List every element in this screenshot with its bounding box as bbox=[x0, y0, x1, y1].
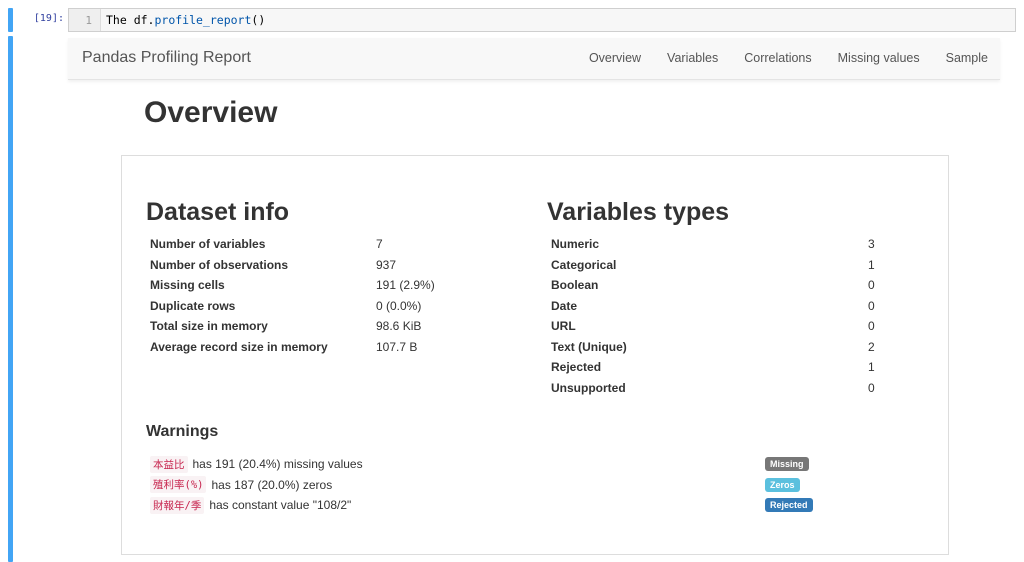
nav-links: Overview Variables Correlations Missing … bbox=[589, 51, 988, 65]
warning-variable[interactable]: 本益比 bbox=[150, 455, 188, 473]
type-value: 2 bbox=[868, 339, 875, 354]
code-function: profile_report bbox=[154, 13, 252, 27]
output-selection-bar bbox=[8, 36, 13, 562]
info-label: Total size in memory bbox=[150, 319, 268, 334]
warnings-title: Warnings bbox=[146, 423, 219, 440]
type-label: Text (Unique) bbox=[551, 339, 627, 354]
type-value: 0 bbox=[868, 319, 875, 334]
warning-item: 殖利率(%) has 187 (20.0%) zeros bbox=[150, 475, 363, 496]
info-label: Number of observations bbox=[150, 257, 289, 272]
nav-link-correlations[interactable]: Correlations bbox=[744, 51, 811, 65]
dataset-info-row: Total size in memory 98.6 KiB bbox=[150, 316, 435, 337]
type-value: 0 bbox=[868, 278, 875, 293]
report-brand[interactable]: Pandas Profiling Report bbox=[82, 49, 251, 67]
dataset-info-row: Missing cells 191 (2.9%) bbox=[150, 275, 435, 296]
type-label: Boolean bbox=[551, 278, 599, 293]
info-label: Average record size in memory bbox=[150, 339, 328, 354]
variables-types-row: Date 0 bbox=[551, 296, 875, 317]
warning-item: 本益比 has 191 (20.4%) missing values bbox=[150, 454, 363, 475]
variables-types-row: Unsupported 0 bbox=[551, 378, 875, 399]
zeros-badge: Zeros bbox=[765, 477, 800, 492]
nav-link-overview[interactable]: Overview bbox=[589, 51, 641, 65]
info-value: 98.6 KiB bbox=[376, 319, 422, 334]
warning-variable[interactable]: 財報年/季 bbox=[150, 496, 205, 514]
dataset-info-row: Average record size in memory 107.7 B bbox=[150, 337, 435, 358]
variables-types-row: Rejected 1 bbox=[551, 357, 875, 378]
info-label: Missing cells bbox=[150, 278, 225, 293]
type-value: 1 bbox=[868, 257, 875, 272]
variables-types-row: URL 0 bbox=[551, 316, 875, 337]
dataset-info-table: Number of variables 7 Number of observati… bbox=[150, 234, 435, 357]
variables-types-row: Categorical 1 bbox=[551, 255, 875, 276]
type-label: URL bbox=[551, 319, 576, 334]
type-value: 1 bbox=[868, 360, 875, 375]
info-label: Duplicate rows bbox=[150, 298, 236, 313]
cell-selection-bar bbox=[8, 8, 13, 32]
warning-text: has 191 (20.4%) missing values bbox=[192, 457, 363, 472]
nav-link-sample[interactable]: Sample bbox=[946, 51, 988, 65]
type-value: 3 bbox=[868, 237, 875, 252]
type-label: Rejected bbox=[551, 360, 602, 375]
variables-types-table: Numeric 3 Categorical 1 Boolean 0 Date 0 URL… bbox=[551, 234, 875, 398]
info-value: 107.7 B bbox=[376, 339, 418, 354]
overview-card: Dataset info Number of variables 7 Number… bbox=[121, 155, 949, 555]
code-prefix: The df. bbox=[106, 13, 155, 27]
warning-item: 財報年/季 has constant value "108/2" bbox=[150, 495, 363, 516]
variables-types-row: Text (Unique) 2 bbox=[551, 337, 875, 358]
info-value: 937 bbox=[376, 257, 397, 272]
warning-variable[interactable]: 殖利率(%) bbox=[150, 476, 207, 494]
info-value: 7 bbox=[376, 237, 383, 252]
type-label: Numeric bbox=[551, 237, 600, 252]
type-value: 0 bbox=[868, 380, 875, 395]
missing-badge: Missing bbox=[765, 457, 809, 472]
nav-link-missing-values[interactable]: Missing values bbox=[838, 51, 920, 65]
warning-text: has constant value "108/2" bbox=[209, 498, 352, 513]
dataset-info-row: Duplicate rows 0 (0.0%) bbox=[150, 296, 435, 317]
warning-badges: Missing Zeros Rejected bbox=[765, 454, 813, 516]
rejected-badge: Rejected bbox=[765, 498, 813, 513]
info-label: Number of variables bbox=[150, 237, 266, 252]
info-value: 191 (2.9%) bbox=[376, 278, 435, 293]
variables-types-row: Boolean 0 bbox=[551, 275, 875, 296]
variables-types-row: Numeric 3 bbox=[551, 234, 875, 255]
report-navbar: Pandas Profiling Report Overview Variabl… bbox=[68, 38, 1000, 80]
variables-types-title: Variables types bbox=[547, 198, 730, 226]
warnings-list: 本益比 has 191 (20.4%) missing values 殖利率(%… bbox=[150, 454, 363, 516]
line-number: 1 bbox=[69, 9, 101, 31]
type-label: Date bbox=[551, 298, 578, 313]
code-input[interactable]: The df.profile_report() bbox=[101, 13, 265, 27]
type-label: Unsupported bbox=[551, 380, 626, 395]
page-title: Overview bbox=[144, 96, 278, 129]
info-value: 0 (0.0%) bbox=[376, 298, 422, 313]
dataset-info-row: Number of variables 7 bbox=[150, 234, 435, 255]
warning-text: has 187 (20.0%) zeros bbox=[211, 477, 333, 492]
type-label: Categorical bbox=[551, 257, 617, 272]
dataset-info-title: Dataset info bbox=[146, 198, 290, 226]
cell-prompt: [19]: bbox=[33, 13, 64, 24]
code-cell[interactable]: 1 The df.profile_report() bbox=[68, 8, 1016, 32]
nav-link-variables[interactable]: Variables bbox=[667, 51, 718, 65]
dataset-info-row: Number of observations 937 bbox=[150, 255, 435, 276]
type-value: 0 bbox=[868, 298, 875, 313]
code-suffix: () bbox=[251, 13, 266, 27]
